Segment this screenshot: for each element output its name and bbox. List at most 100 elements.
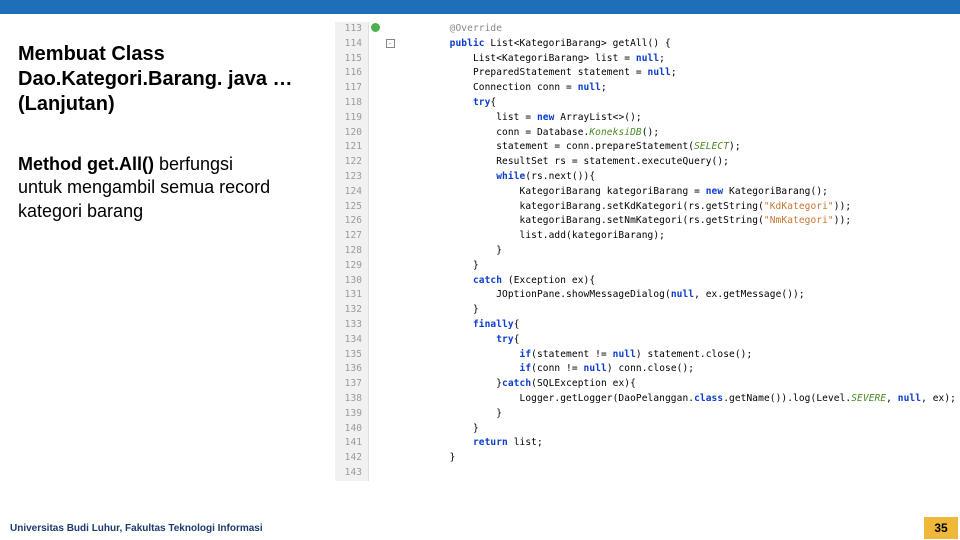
code-line: } [403, 422, 956, 437]
line-number: 113 [335, 22, 362, 37]
code-line: Logger.getLogger(DaoPelanggan.class.getN… [403, 392, 956, 407]
line-number: 117 [335, 81, 362, 96]
fold-cell [383, 244, 397, 259]
fold-cell [383, 362, 397, 377]
fold-cell [383, 392, 397, 407]
footer: Universitas Budi Luhur, Fakultas Teknolo… [0, 516, 960, 540]
fold-toggle-icon[interactable]: - [386, 39, 395, 48]
slide-content: Membuat Class Dao.Kategori.Barang. java … [0, 14, 960, 504]
code-line: List<KategoriBarang> list = null; [403, 52, 956, 67]
code-line: @Override [403, 22, 956, 37]
code-line: if(statement != null) statement.close(); [403, 348, 956, 363]
code-line: try{ [403, 96, 956, 111]
code-line: if(conn != null) conn.close(); [403, 362, 956, 377]
left-text-column: Membuat Class Dao.Kategori.Barang. java … [12, 22, 335, 504]
method-description: Method get.All() berfungsi untuk mengamb… [18, 153, 327, 223]
line-number: 140 [335, 422, 362, 437]
code-line: finally{ [403, 318, 956, 333]
fold-cell [383, 52, 397, 67]
fold-cell [383, 200, 397, 215]
code-line: KategoriBarang kategoriBarang = new Kate… [403, 185, 956, 200]
fold-cell [383, 466, 397, 481]
code-line: statement = conn.prepareStatement(SELECT… [403, 140, 956, 155]
line-number: 129 [335, 259, 362, 274]
fold-cell [383, 259, 397, 274]
code-line: PreparedStatement statement = null; [403, 66, 956, 81]
fold-cell [383, 303, 397, 318]
line-number: 134 [335, 333, 362, 348]
fold-cell [383, 214, 397, 229]
fold-cell [383, 185, 397, 200]
fold-cell [383, 140, 397, 155]
fold-cell [383, 333, 397, 348]
code-line: Connection conn = null; [403, 81, 956, 96]
fold-cell [383, 155, 397, 170]
line-number: 118 [335, 96, 362, 111]
line-number: 133 [335, 318, 362, 333]
marker-column [369, 22, 383, 481]
line-number: 125 [335, 200, 362, 215]
code-line: kategoriBarang.setNmKategori(rs.getStrin… [403, 214, 956, 229]
fold-cell [383, 66, 397, 81]
code-line: } [403, 259, 956, 274]
line-number: 116 [335, 66, 362, 81]
fold-cell [383, 377, 397, 392]
code-line: } [403, 451, 956, 466]
line-number: 139 [335, 407, 362, 422]
line-number: 141 [335, 436, 362, 451]
line-number: 132 [335, 303, 362, 318]
code-line: } [403, 244, 956, 259]
line-number: 127 [335, 229, 362, 244]
fold-cell [383, 274, 397, 289]
code-line: return list; [403, 436, 956, 451]
line-number: 142 [335, 451, 362, 466]
line-number-gutter: 1131141151161171181191201211221231241251… [335, 22, 369, 481]
code-line: list = new ArrayList<>(); [403, 111, 956, 126]
line-number: 135 [335, 348, 362, 363]
fold-cell [383, 111, 397, 126]
fold-cell [383, 422, 397, 437]
line-number: 131 [335, 288, 362, 303]
slide-title: Membuat Class Dao.Kategori.Barang. java … [18, 42, 327, 117]
line-number: 124 [335, 185, 362, 200]
method-text-3: kategori barang [18, 201, 143, 221]
fold-column: - [383, 22, 397, 481]
method-text-1: berfungsi [154, 154, 233, 174]
line-number: 130 [335, 274, 362, 289]
fold-cell [383, 81, 397, 96]
code-line: JOptionPane.showMessageDialog(null, ex.g… [403, 288, 956, 303]
code-line: while(rs.next()){ [403, 170, 956, 185]
method-name: Method get.All() [18, 154, 154, 174]
title-line-3: (Lanjutan) [18, 93, 115, 115]
fold-cell [383, 126, 397, 141]
line-number: 137 [335, 377, 362, 392]
fold-cell [383, 318, 397, 333]
line-number: 115 [335, 52, 362, 67]
code-line: conn = Database.KoneksiDB(); [403, 126, 956, 141]
code-area: @Override public List<KategoriBarang> ge… [397, 22, 956, 481]
fold-cell [383, 436, 397, 451]
code-line: } [403, 407, 956, 422]
fold-cell [383, 407, 397, 422]
code-line: }catch(SQLException ex){ [403, 377, 956, 392]
code-line: list.add(kategoriBarang); [403, 229, 956, 244]
line-number: 121 [335, 140, 362, 155]
code-line [403, 466, 956, 481]
code-line: public List<KategoriBarang> getAll() { [403, 37, 956, 52]
fold-cell [383, 451, 397, 466]
line-number: 138 [335, 392, 362, 407]
fold-cell [383, 22, 397, 37]
fold-cell [383, 229, 397, 244]
title-line-2: Dao.Kategori.Barang. java … [18, 68, 293, 90]
code-line: } [403, 303, 956, 318]
code-line: ResultSet rs = statement.executeQuery(); [403, 155, 956, 170]
line-number: 143 [335, 466, 362, 481]
method-text-2: untuk mengambil semua record [18, 177, 270, 197]
fold-cell: - [383, 37, 397, 52]
fold-cell [383, 96, 397, 111]
code-line: catch (Exception ex){ [403, 274, 956, 289]
top-accent-bar [0, 0, 960, 14]
line-number: 119 [335, 111, 362, 126]
fold-cell [383, 348, 397, 363]
code-line: kategoriBarang.setKdKategori(rs.getStrin… [403, 200, 956, 215]
